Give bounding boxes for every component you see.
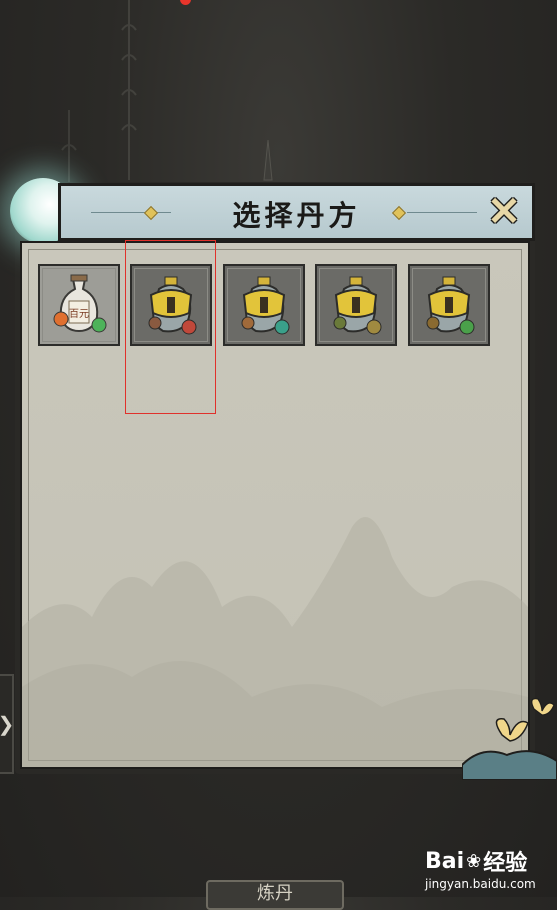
close-button[interactable]: ✕ <box>484 192 524 232</box>
selection-highlight-box <box>125 240 216 414</box>
locked-recipe-icon <box>426 276 475 335</box>
dialog-header: 选择丹方 ✕ <box>58 183 535 241</box>
baidu-jingyan-watermark: Bai ❀ 经验 jingyan.baidu.com <box>425 845 555 892</box>
close-x-icon: ✕ <box>487 188 521 235</box>
pagoda-spire-icon <box>263 140 273 181</box>
chevron-right-icon: ❯ <box>0 712 14 736</box>
elixir-bottle-icon: 百元 <box>53 274 107 333</box>
notification-dot <box>180 0 191 5</box>
header-ornament-line <box>407 212 477 213</box>
svg-text:百元: 百元 <box>69 308 89 320</box>
recipe-slot-1[interactable]: 百元 <box>38 264 120 346</box>
side-expand-button[interactable]: ❯ <box>0 674 14 774</box>
background-calligraphy <box>121 0 137 180</box>
locked-recipe-icon <box>241 276 290 335</box>
paw-icon: ❀ <box>466 850 482 872</box>
recipe-slot-4[interactable] <box>315 264 397 346</box>
ink-mountain-backdrop <box>22 517 528 767</box>
locked-recipe-icon <box>333 276 382 335</box>
butterfly-cloud-ornament-icon <box>462 698 557 780</box>
recipe-slot-3[interactable] <box>223 264 305 346</box>
watermark-site: jingyan.baidu.com <box>425 877 536 891</box>
craft-button[interactable]: 炼丹 <box>206 880 344 910</box>
dialog-title: 选择丹方 <box>232 199 361 232</box>
recipe-slot-5[interactable] <box>408 264 490 346</box>
watermark-brand: Bai ❀ 经验 <box>425 848 528 877</box>
